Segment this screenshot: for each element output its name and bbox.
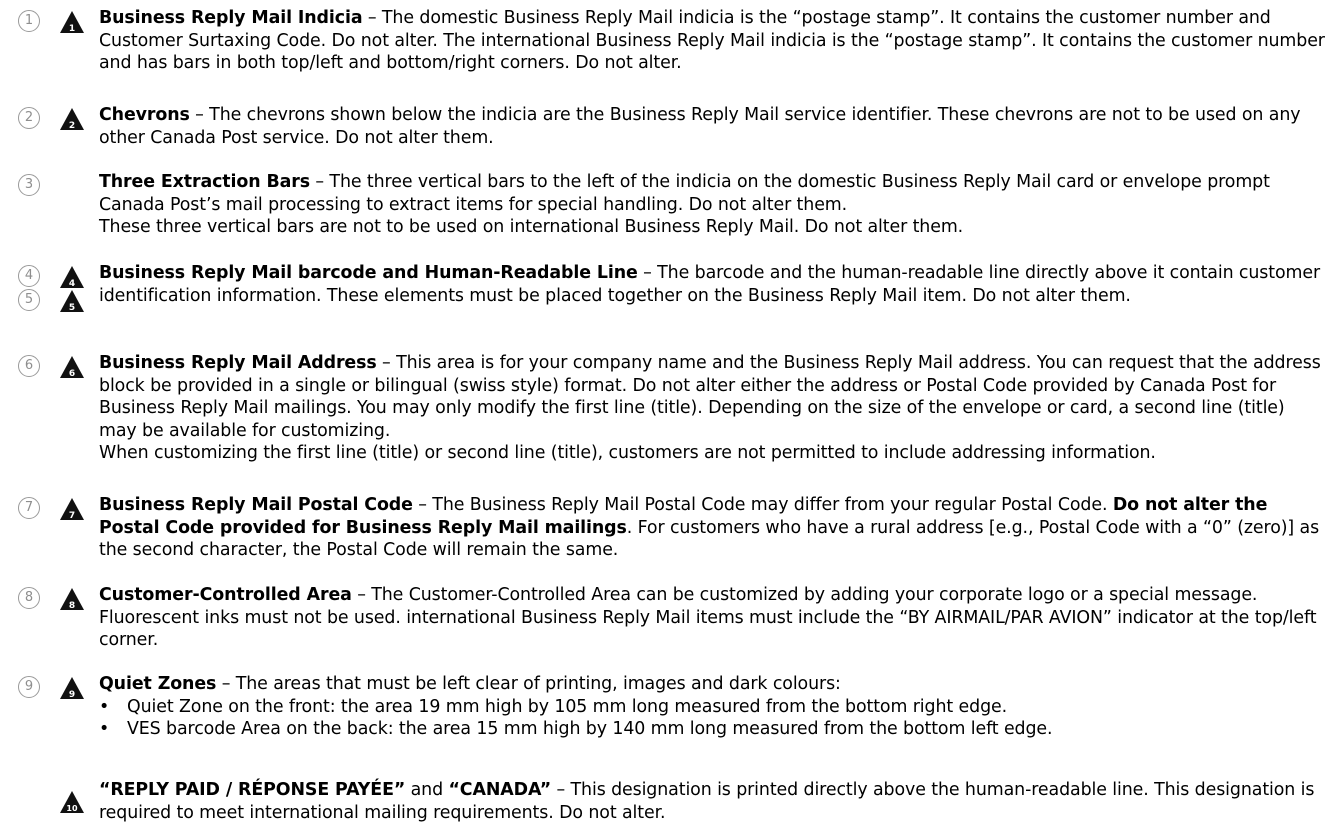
warning-triangle-icon: 6 [60, 356, 84, 378]
item-text: Business Reply Mail barcode and Human-Re… [99, 262, 1325, 307]
item-text: Business Reply Mail Indicia – The domest… [99, 7, 1325, 75]
item-body-second: These three vertical bars are not to be … [99, 217, 964, 237]
circled-number-icon: 2 [18, 107, 40, 129]
bullet-list: Quiet Zone on the front: the area 19 mm … [99, 696, 1325, 741]
warning-triangle-icon: 5 [60, 290, 84, 312]
item-title: Quiet Zones [99, 674, 217, 694]
svg-text:6: 6 [69, 369, 75, 378]
item-text: “REPLY PAID / RÉPONSE PAYÉE” and “CANADA… [99, 779, 1325, 824]
item-title: “REPLY PAID / RÉPONSE PAYÉE” [99, 780, 406, 800]
item-title: Customer-Controlled Area [99, 585, 352, 605]
item-body: – The chevrons shown below the indicia a… [99, 105, 1301, 148]
warning-triangle-icon: 7 [60, 498, 84, 520]
item-text: Three Extraction Bars – The three vertic… [99, 171, 1325, 239]
svg-text:8: 8 [69, 601, 75, 610]
svg-text:1: 1 [69, 24, 75, 33]
warning-triangle-icon: 2 [60, 108, 84, 130]
item-body-second: When customizing the first line (title) … [99, 443, 1156, 463]
svg-text:10: 10 [66, 804, 78, 813]
item-body: – The areas that must be left clear of p… [216, 674, 841, 694]
item-title: Business Reply Mail Indicia [99, 8, 363, 28]
item-title: Business Reply Mail Address [99, 353, 377, 373]
item-title: Three Extraction Bars [99, 172, 310, 192]
warning-triangle-icon: 1 [60, 11, 84, 33]
item-body: – The Business Reply Mail Postal Code ma… [412, 495, 1113, 515]
item-joiner: and [405, 780, 449, 800]
item-title: Chevrons [99, 105, 190, 125]
circled-number-icon: 4 [18, 265, 40, 287]
warning-triangle-icon: 9 [60, 677, 84, 699]
item-title: Business Reply Mail barcode and Human-Re… [99, 263, 638, 283]
circled-number-icon: 3 [18, 174, 40, 196]
svg-text:4: 4 [69, 279, 75, 288]
item-text: Customer-Controlled Area – The Customer-… [99, 584, 1325, 652]
item-text: Chevrons – The chevrons shown below the … [99, 104, 1325, 149]
svg-text:5: 5 [69, 303, 75, 312]
item-title-second: “CANADA” [448, 780, 552, 800]
item-text: Business Reply Mail Postal Code – The Bu… [99, 494, 1325, 562]
circled-number-icon: 5 [18, 289, 40, 311]
warning-triangle-icon: 8 [60, 588, 84, 610]
svg-text:9: 9 [69, 690, 75, 699]
item-text: Quiet Zones – The areas that must be lef… [99, 673, 1325, 741]
circled-number-icon: 9 [18, 676, 40, 698]
svg-text:7: 7 [69, 511, 75, 520]
circled-number-icon: 6 [18, 355, 40, 377]
circled-number-icon: 8 [18, 587, 40, 609]
warning-triangle-icon: 10 [60, 791, 84, 813]
bullet-item: VES barcode Area on the back: the area 1… [99, 718, 1325, 741]
warning-triangle-icon: 4 [60, 266, 84, 288]
svg-text:2: 2 [69, 121, 75, 130]
circled-number-icon: 1 [18, 10, 40, 32]
bullet-item: Quiet Zone on the front: the area 19 mm … [99, 696, 1325, 719]
item-text: Business Reply Mail Address – This area … [99, 352, 1325, 465]
circled-number-icon: 7 [18, 497, 40, 519]
item-title: Business Reply Mail Postal Code [99, 495, 413, 515]
